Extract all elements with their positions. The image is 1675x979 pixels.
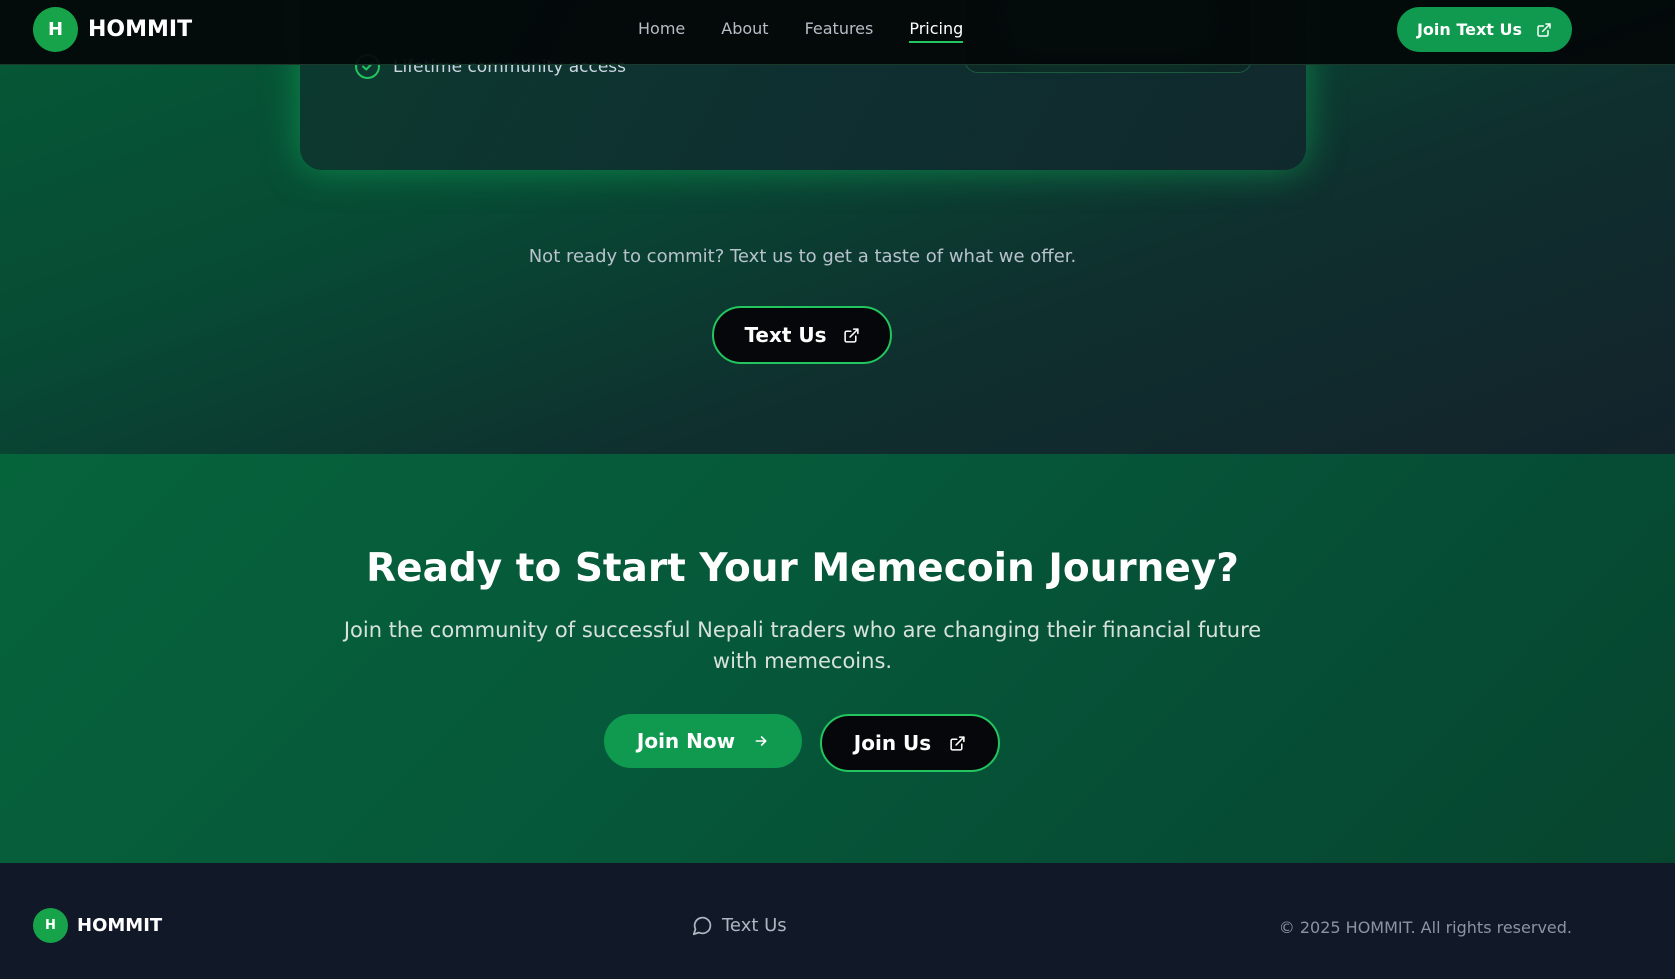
- cta-section: Ready to Start Your Memecoin Journey? Jo…: [0, 454, 1675, 863]
- cta-subtitle: Join the community of successful Nepali …: [343, 618, 1262, 673]
- brand-name: HOMMIT: [88, 17, 193, 42]
- footer-text-us-label: Text Us: [722, 915, 787, 936]
- join-text-us-button[interactable]: Join Text Us: [1397, 7, 1572, 52]
- footer-copyright: © 2025 HOMMIT. All rights reserved.: [1278, 918, 1572, 937]
- join-us-label: Join Us: [853, 731, 932, 755]
- cta-buttons: Join Now Join Us: [604, 714, 1000, 772]
- arrow-right-icon: [753, 733, 769, 749]
- footer-brand[interactable]: H HOMMIT: [33, 908, 162, 943]
- nav-link-pricing[interactable]: Pricing: [909, 19, 964, 43]
- join-text-us-label: Join Text Us: [1416, 20, 1523, 39]
- text-us-label: Text Us: [744, 323, 827, 347]
- join-now-button[interactable]: Join Now: [604, 714, 802, 768]
- footer-logo: H: [33, 908, 68, 943]
- text-us-button[interactable]: Text Us: [712, 306, 892, 364]
- nav-link-home[interactable]: Home: [638, 19, 685, 43]
- navbar: H HOMMIT Home About Features Pricing Joi…: [0, 0, 1675, 65]
- taste-text: Not ready to commit? Text us to get a ta…: [528, 246, 1077, 267]
- footer-brand-name: HOMMIT: [77, 915, 163, 936]
- join-now-label: Join Now: [636, 729, 736, 753]
- chat-bubble-icon: [692, 915, 713, 936]
- footer-text-us-link[interactable]: Text Us: [692, 915, 787, 936]
- cta-title: Ready to Start Your Memecoin Journey?: [366, 546, 1239, 591]
- join-us-button[interactable]: Join Us: [820, 714, 1000, 772]
- external-link-icon: [949, 735, 966, 752]
- external-link-icon: [843, 327, 860, 344]
- nav-link-about[interactable]: About: [721, 19, 768, 43]
- brand-logo: H: [33, 7, 78, 52]
- nav-link-features[interactable]: Features: [805, 19, 874, 43]
- external-link-icon: [1536, 22, 1552, 38]
- nav-links: Home About Features Pricing: [638, 19, 964, 43]
- footer: H HOMMIT Text Us © 2025 HOMMIT. All righ…: [0, 863, 1675, 979]
- brand[interactable]: H HOMMIT: [33, 7, 192, 52]
- pricing-section: Lifetime community access Not ready to c…: [0, 0, 1675, 454]
